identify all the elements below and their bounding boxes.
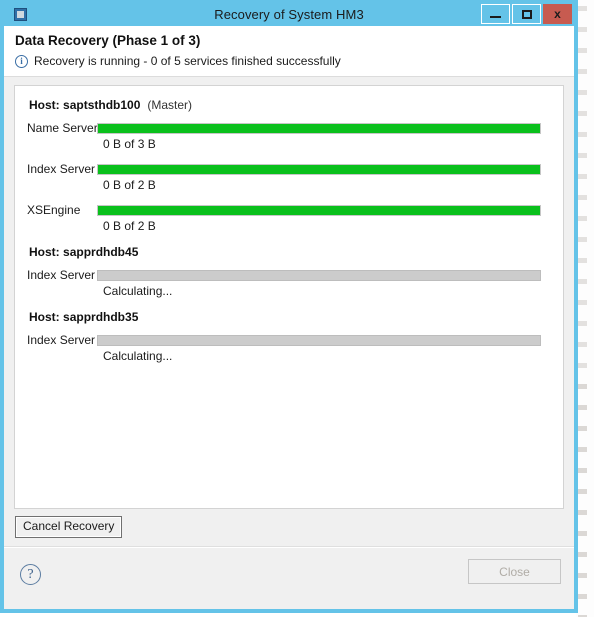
background-fleck xyxy=(578,342,587,347)
host-role: (Master) xyxy=(147,98,193,112)
dialog-header: Data Recovery (Phase 1 of 3) i Recovery … xyxy=(4,26,574,77)
background-fleck xyxy=(578,468,587,473)
status-row: i Recovery is running - 0 of 5 services … xyxy=(15,54,574,68)
service-status: Calculating... xyxy=(103,349,173,363)
minimize-icon xyxy=(490,16,501,18)
background-fleck xyxy=(578,6,587,11)
background-fleck xyxy=(578,69,587,74)
cancel-recovery-button[interactable]: Cancel Recovery xyxy=(15,516,123,539)
service-status: Calculating... xyxy=(103,284,173,298)
progress-bar xyxy=(97,334,541,346)
host-name: sapprdhdb35 xyxy=(63,310,139,324)
background-fleck xyxy=(578,27,587,32)
background-fleck xyxy=(578,132,587,137)
host-heading: Host: saptsthdb100 (Master) xyxy=(29,98,551,112)
background-fleck xyxy=(578,426,587,431)
progress-panel: Host: saptsthdb100 (Master) Name Server 0 B… xyxy=(14,85,564,509)
service-name: Index Server xyxy=(27,162,96,176)
host-group: Host: sapprdhdb35 Index Server Calculating… xyxy=(27,310,551,363)
background-fleck xyxy=(578,363,587,368)
background-fleck xyxy=(578,573,587,578)
recovery-dialog-window: Recovery of System HM3 x Data Recovery (… xyxy=(0,0,578,613)
status-message: Recovery is running - 0 of 5 services fi… xyxy=(34,54,341,68)
background-fleck xyxy=(578,90,587,95)
background-fleck xyxy=(578,111,587,116)
background-fleck xyxy=(578,258,587,263)
minimize-button[interactable] xyxy=(481,4,510,24)
service-name: Index Server xyxy=(27,333,96,347)
background-fleck xyxy=(578,174,587,179)
service-row: Index Server xyxy=(27,162,551,176)
background-fleck xyxy=(578,153,587,158)
background-fleck xyxy=(578,552,587,557)
close-window-button[interactable]: x xyxy=(543,4,572,24)
progress-bar xyxy=(97,269,541,281)
service-status: 0 B of 2 B xyxy=(103,219,156,233)
host-name: saptsthdb100 xyxy=(63,98,141,112)
host-group: Host: saptsthdb100 (Master) Name Server 0 B… xyxy=(27,98,551,233)
service-row: Name Server xyxy=(27,121,551,135)
background-fleck xyxy=(578,48,587,53)
close-button[interactable]: Close xyxy=(468,559,561,585)
service-status: 0 B of 3 B xyxy=(103,137,156,151)
service-row: Index Server xyxy=(27,268,551,282)
host-name: sapprdhdb45 xyxy=(63,245,139,259)
window-controls: x xyxy=(481,4,572,24)
service-row: Index Server xyxy=(27,333,551,347)
background-fleck xyxy=(578,300,587,305)
progress-bar xyxy=(97,163,541,175)
background-fleck xyxy=(578,489,587,494)
service-name: XSEngine xyxy=(27,203,81,217)
service-row: XSEngine xyxy=(27,203,551,217)
progress-bar xyxy=(97,204,541,216)
page-title: Data Recovery (Phase 1 of 3) xyxy=(15,33,201,48)
progress-bar xyxy=(97,122,541,134)
progress-bar-fill xyxy=(98,164,540,174)
host-group: Host: sapprdhdb45 Index Server Calculating… xyxy=(27,245,551,298)
host-heading: Host: sapprdhdb45 xyxy=(29,245,551,259)
info-icon: i xyxy=(15,54,28,68)
title-bar: Recovery of System HM3 x xyxy=(4,3,574,26)
background-fleck xyxy=(578,384,587,389)
help-button[interactable]: ? xyxy=(20,564,41,586)
application-icon xyxy=(13,7,29,23)
dialog-footer: ? Close xyxy=(4,547,574,605)
background-window-strip xyxy=(576,0,594,617)
service-status: 0 B of 2 B xyxy=(103,178,156,192)
host-label: Host: xyxy=(29,310,60,324)
background-fleck xyxy=(578,447,587,452)
service-name: Name Server xyxy=(27,121,98,135)
background-fleck xyxy=(578,321,587,326)
host-label: Host: xyxy=(29,98,60,112)
background-fleck xyxy=(578,216,587,221)
background-fleck xyxy=(578,237,587,242)
maximize-icon xyxy=(521,9,532,19)
dialog-body: Host: saptsthdb100 (Master) Name Server 0 B… xyxy=(4,77,574,509)
background-fleck xyxy=(578,531,587,536)
background-fleck xyxy=(578,510,587,515)
host-label: Host: xyxy=(29,245,60,259)
maximize-button[interactable] xyxy=(512,4,541,24)
progress-bar-fill xyxy=(98,205,540,215)
action-strip: Cancel Recovery xyxy=(4,509,574,548)
background-fleck xyxy=(578,195,587,200)
background-fleck xyxy=(578,405,587,410)
host-heading: Host: sapprdhdb35 xyxy=(29,310,551,324)
progress-bar-fill xyxy=(98,123,540,133)
background-fleck xyxy=(578,279,587,284)
background-fleck xyxy=(578,594,587,599)
service-name: Index Server xyxy=(27,268,96,282)
